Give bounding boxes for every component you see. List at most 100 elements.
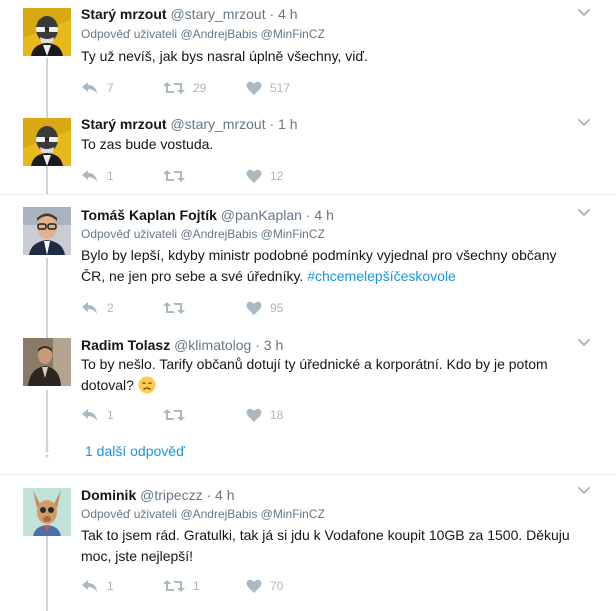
user-handle[interactable]: @stary_mrzout (170, 116, 265, 132)
display-name[interactable]: Radim Tolasz (81, 337, 170, 353)
tweet-header: Starý mrzout @stary_mrzout · 1 h (81, 115, 298, 133)
tweet-header: Radim Tolasz @klimatolog · 3 h (81, 336, 283, 354)
user-handle[interactable]: @tripeczz (140, 487, 202, 503)
chevron-down-icon[interactable] (576, 5, 592, 21)
retweet-icon (163, 168, 185, 184)
chevron-down-icon[interactable] (576, 115, 592, 131)
reply-prefix: Odpověď uživateli (81, 227, 178, 241)
reply-button[interactable]: 2 (81, 299, 114, 317)
more-replies-link[interactable]: 1 další odpověď (85, 442, 185, 460)
retweet-icon (163, 407, 185, 423)
timestamp[interactable]: 4 h (215, 487, 234, 503)
like-button[interactable]: 18 (246, 406, 283, 424)
tweet-actions: 1 18 (81, 406, 381, 424)
timestamp[interactable]: 3 h (264, 337, 283, 353)
retweet-count: 29 (193, 81, 207, 95)
tweet-actions: 1 1 70 (81, 577, 381, 595)
heart-icon (246, 408, 262, 423)
tweet[interactable]: Radim Tolasz @klimatolog · 3 h To by neš… (0, 325, 616, 435)
tweet-text-line: To by nešlo. Tarify občanů dotují ty úře… (81, 356, 548, 372)
reply-button[interactable]: 1 (81, 167, 114, 185)
reply-count: 1 (107, 579, 114, 593)
separator-dot: · (269, 6, 275, 22)
separator-dot: · (305, 207, 311, 223)
reply-icon (81, 407, 99, 423)
timestamp[interactable]: 4 h (314, 207, 333, 223)
retweet-icon (163, 80, 185, 96)
tweet-text: Bylo by lepší, kdyby ministr podobné pod… (81, 245, 581, 287)
reply-button[interactable]: 1 (81, 577, 114, 595)
reply-icon (81, 578, 99, 594)
reply-context: Odpověď uživateli @AndrejBabis @MinFinCZ (81, 226, 325, 242)
like-button[interactable]: 95 (246, 299, 283, 317)
reply-icon (81, 80, 99, 96)
avatar[interactable] (23, 207, 71, 255)
tweet[interactable]: Tomáš Kaplan Fojtík @panKaplan · 4 h Odp… (0, 195, 616, 325)
heart-icon (246, 579, 262, 594)
separator-dot: · (269, 116, 275, 132)
retweet-count: 1 (193, 579, 200, 593)
like-count: 18 (270, 408, 284, 422)
timestamp[interactable]: 4 h (278, 6, 297, 22)
avatar[interactable] (23, 338, 71, 386)
tweet-text: Tak to jsem rád. Gratulki, tak já si jdu… (81, 525, 581, 567)
reply-count: 1 (107, 169, 114, 183)
mention-link[interactable]: @AndrejBabis (180, 27, 257, 41)
timestamp[interactable]: 1 h (278, 116, 297, 132)
chevron-down-icon[interactable] (576, 205, 592, 221)
display-name[interactable]: Tomáš Kaplan Fojtík (81, 207, 217, 223)
reply-button[interactable]: 1 (81, 406, 114, 424)
disappointed-face-icon (138, 376, 156, 394)
tweet-header: Tomáš Kaplan Fojtík @panKaplan · 4 h (81, 206, 334, 224)
display-name[interactable]: Starý mrzout (81, 116, 167, 132)
like-count: 70 (270, 579, 284, 593)
tweet-actions: 7 29 517 (81, 79, 381, 97)
mention-link[interactable]: @AndrejBabis (180, 227, 257, 241)
retweet-button[interactable] (163, 299, 193, 317)
tweet-text-line: Tak to jsem rád. Gratulki, tak já si jdu… (81, 527, 570, 543)
tweet-text-line: moc, jste nejlepší! (81, 548, 194, 564)
display-name[interactable]: Dominik (81, 487, 136, 503)
hashtag-link[interactable]: #chcemelepšíčeskovole (307, 268, 456, 284)
retweet-button[interactable] (163, 406, 193, 424)
tweet-header: Dominik @tripeczz · 4 h (81, 486, 235, 504)
retweet-button[interactable]: 1 (163, 577, 200, 595)
chevron-down-icon[interactable] (576, 483, 592, 499)
mention-link[interactable]: @MinFinCZ (261, 27, 325, 41)
avatar[interactable] (23, 8, 71, 56)
tweet-header: Starý mrzout @stary_mrzout · 4 h (81, 5, 298, 23)
like-button[interactable]: 70 (246, 577, 283, 595)
reply-prefix: Odpověď uživateli (81, 507, 178, 521)
tweet-text: Ty už nevíš, jak bys nasral úplně všechn… (81, 48, 368, 64)
separator-dot: · (206, 487, 212, 503)
reply-button[interactable]: 7 (81, 79, 114, 97)
chevron-down-icon[interactable] (576, 335, 592, 351)
user-handle[interactable]: @stary_mrzout (170, 6, 265, 22)
like-button[interactable]: 517 (246, 79, 290, 97)
avatar[interactable] (23, 118, 71, 166)
reply-prefix: Odpověď uživateli (81, 27, 178, 41)
heart-icon (246, 169, 262, 184)
heart-icon (246, 301, 262, 316)
reply-context: Odpověď uživateli @AndrejBabis @MinFinCZ (81, 506, 325, 522)
tweet[interactable]: Starý mrzout @stary_mrzout · 1 h To zas … (0, 110, 616, 194)
tweet[interactable]: Starý mrzout @stary_mrzout · 4 h Odpověď… (0, 0, 616, 110)
like-button[interactable]: 12 (246, 167, 283, 185)
tweet[interactable]: Dominik @tripeczz · 4 h Odpověď uživatel… (0, 475, 616, 611)
tweet-text: To by nešlo. Tarify občanů dotují ty úře… (81, 354, 581, 396)
tweet-actions: 2 95 (81, 299, 381, 317)
mention-link[interactable]: @MinFinCZ (261, 507, 325, 521)
retweet-button[interactable]: 29 (163, 79, 206, 97)
separator-dot: · (255, 337, 260, 353)
mention-link[interactable]: @AndrejBabis (180, 507, 257, 521)
user-handle[interactable]: @klimatolog (174, 337, 251, 353)
display-name[interactable]: Starý mrzout (81, 6, 167, 22)
like-count: 12 (270, 169, 284, 183)
tweet-text-line: dotoval? (81, 377, 134, 393)
mention-link[interactable]: @MinFinCZ (261, 227, 325, 241)
user-handle[interactable]: @panKaplan (221, 207, 302, 223)
retweet-button[interactable] (163, 167, 193, 185)
heart-icon (246, 81, 262, 96)
avatar[interactable] (23, 488, 71, 536)
tweet-actions: 1 12 (81, 167, 381, 185)
